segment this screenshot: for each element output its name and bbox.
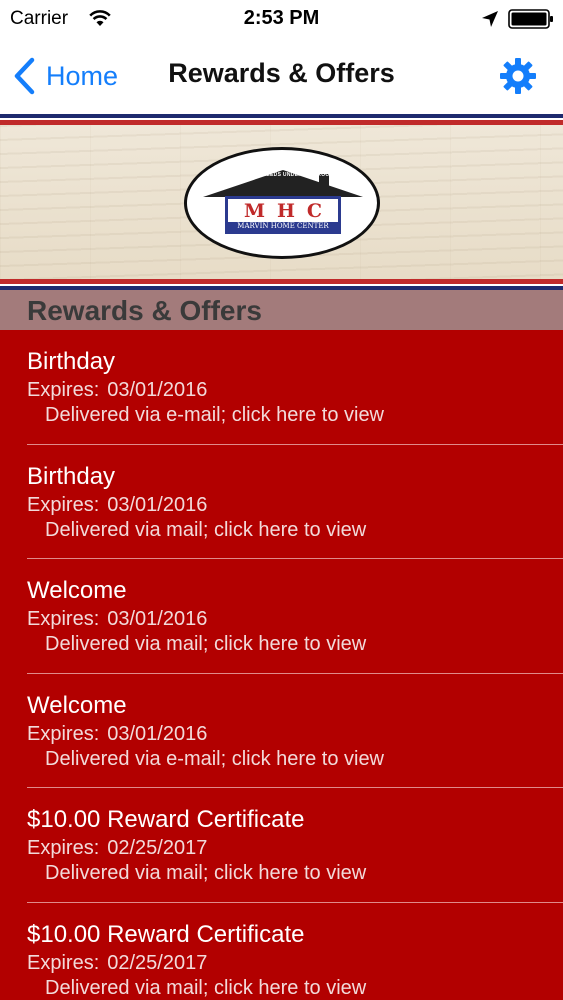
status-time: 2:53 PM [243, 7, 320, 29]
expires-label: Expires: [27, 608, 100, 630]
status-bar: Carrier 2:53 PM [0, 0, 563, 38]
offer-title: Birthday [27, 348, 116, 375]
offer-expiration: Expires: 03/01/2016 [27, 608, 207, 631]
offer-title: Birthday [27, 462, 116, 490]
expires-date: 03/01/2016 [107, 608, 208, 630]
offer-title: $10.00 Reward Certificate [27, 806, 305, 833]
logo-tagline: ALL YOUR NEEDS UNDER ONE ROOF [233, 172, 333, 178]
settings-button[interactable] [496, 54, 540, 98]
expires-label: Expires: [27, 837, 100, 859]
back-button-label: Home [46, 60, 119, 91]
offer-item[interactable]: Birthday Expires: 03/01/2016 Delivered vi… [0, 330, 563, 445]
logo-letters: MHC [243, 200, 335, 222]
banner-stripe [0, 114, 563, 125]
expires-date: 03/01/2016 [107, 722, 208, 745]
back-button[interactable]: Home [12, 54, 118, 98]
offer-title: Welcome [27, 577, 127, 604]
offer-item[interactable]: $10.00 Reward Certificate Expires: 02/25/… [0, 788, 563, 903]
offer-title: Welcome [27, 691, 127, 719]
expires-date: 02/25/2017 [107, 951, 208, 974]
offer-item[interactable]: $10.00 Reward Certificate Expires: 02/25/… [0, 903, 563, 1000]
banner-stripe [0, 279, 563, 290]
chevron-left-icon [14, 57, 35, 95]
expires-date: 03/01/2016 [107, 379, 208, 401]
offer-delivery-link[interactable]: Delivered via e-mail; click here to view [45, 404, 384, 427]
expires-label: Expires: [27, 722, 100, 745]
store-logo: ALL YOUR NEEDS UNDER ONE ROOF MHC MARVIN… [184, 147, 380, 259]
section-title: Rewards & Offers [27, 295, 262, 326]
offers-list[interactable]: Birthday Expires: 03/01/2016 Delivered vi… [0, 330, 563, 1000]
expires-date: 02/25/2017 [107, 837, 208, 859]
offer-delivery-link[interactable]: Delivered via mail; click here to view [45, 862, 366, 885]
expires-label: Expires: [27, 493, 100, 516]
offer-item[interactable]: Welcome Expires: 03/01/2016 Delivered via… [0, 559, 563, 674]
offer-expiration: Expires: 03/01/2016 [27, 494, 207, 517]
logo-name: MARVIN HOME CENTER [228, 222, 338, 231]
store-banner: ALL YOUR NEEDS UNDER ONE ROOF MHC MARVIN… [0, 114, 563, 290]
offer-title: $10.00 Reward Certificate [27, 920, 305, 948]
offer-expiration: Expires: 02/25/2017 [27, 952, 207, 975]
offer-delivery-link[interactable]: Delivered via mail; click here to view [45, 519, 366, 542]
expires-label: Expires: [27, 379, 100, 401]
gear-icon [500, 58, 536, 94]
offer-item[interactable]: Birthday Expires: 03/01/2016 Delivered vi… [0, 445, 563, 559]
offer-expiration: Expires: 03/01/2016 [27, 379, 207, 402]
offer-expiration: Expires: 03/01/2016 [27, 723, 207, 746]
section-header: Rewards & Offers [0, 290, 563, 330]
logo-box: MHC MARVIN HOME CENTER [225, 196, 341, 234]
navigation-bar: Home Rewards & Offers [0, 38, 563, 114]
offer-delivery-link[interactable]: Delivered via e-mail; click here to view [45, 748, 384, 771]
location-arrow-icon [482, 11, 498, 27]
expires-date: 03/01/2016 [107, 493, 208, 516]
offer-expiration: Expires: 02/25/2017 [27, 837, 207, 860]
offer-delivery-link[interactable]: Delivered via mail; click here to view [45, 633, 366, 656]
expires-label: Expires: [27, 951, 100, 974]
battery-icon [508, 9, 553, 29]
offer-item[interactable]: Welcome Expires: 03/01/2016 Delivered via… [0, 674, 563, 788]
offer-delivery-link[interactable]: Delivered via mail; click here to view [45, 977, 366, 1000]
